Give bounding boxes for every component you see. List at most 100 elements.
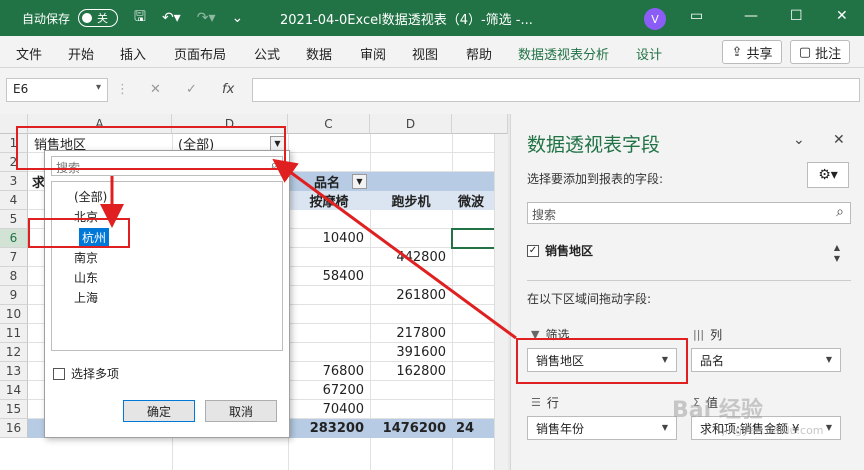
value-cell[interactable]: 442800 [370, 248, 450, 267]
tab-data[interactable]: 数据 [306, 44, 332, 63]
close-icon[interactable]: ✕ [836, 8, 848, 24]
column-area-label: ||| 列 [693, 326, 722, 343]
pane-hint: 选择要添加到报表的字段: [527, 172, 664, 186]
ribbon-display-icon[interactable]: ▭ [690, 8, 703, 24]
row-header-16[interactable]: 16 [0, 419, 28, 438]
column-area-value: 品名 [700, 353, 725, 368]
row-header-5[interactable]: 5 [0, 210, 28, 229]
column-header-d[interactable]: D [370, 114, 452, 134]
pane-search-input[interactable]: 搜索 ⌕ [527, 202, 851, 224]
select-multiple-checkbox[interactable] [53, 367, 65, 380]
columns-icon: ||| [693, 328, 705, 341]
maximize-icon[interactable]: ☐ [790, 8, 803, 24]
pivot-col-header: 按摩椅 [309, 195, 349, 210]
column-area-field[interactable]: 品名 ▼ [691, 348, 841, 372]
column-filter-button[interactable]: ▼ [352, 174, 367, 189]
value-cell[interactable]: 76800 [288, 362, 368, 381]
row-header-3[interactable]: 3 [0, 172, 28, 191]
list-item[interactable]: 南京 [74, 249, 98, 266]
tab-design[interactable]: 设计 [636, 44, 662, 63]
value-cell[interactable]: 67200 [288, 381, 368, 400]
divider [527, 280, 851, 281]
insert-function-icon[interactable]: fx [222, 82, 234, 97]
chevron-down-icon[interactable]: ▼ [826, 355, 832, 364]
column-area-text: 列 [710, 328, 723, 342]
autosave-toggle[interactable]: 关 [78, 9, 119, 27]
tab-page-layout[interactable]: 页面布局 [174, 44, 226, 63]
chevron-down-icon[interactable]: ▼ [826, 423, 832, 432]
list-item[interactable]: (全部) [74, 188, 107, 205]
value-cell[interactable]: 261800 [370, 286, 450, 305]
redo-icon[interactable]: ↷▾ [197, 10, 216, 26]
column-header-e[interactable] [452, 114, 508, 134]
row-area-label: ☰ 行 [531, 394, 559, 411]
chevron-down-icon[interactable]: ▼ [662, 423, 668, 432]
minimize-icon[interactable]: — [744, 8, 758, 24]
row-header-6[interactable]: 6 [0, 229, 28, 248]
pane-options-icon[interactable]: ⌄ [793, 132, 805, 148]
value-cell[interactable]: 217800 [370, 324, 450, 343]
row-header-7[interactable]: 7 [0, 248, 28, 267]
field-list-scroll-icon[interactable]: ▲ ▼ [831, 242, 843, 264]
row-header-11[interactable]: 11 [0, 324, 28, 343]
save-icon[interactable]: 🖫 [134, 6, 146, 30]
ok-button[interactable]: 确定 [123, 400, 195, 422]
pane-close-icon[interactable]: ✕ [833, 132, 845, 148]
popup-item-list[interactable]: (全部) 北京 杭州 南京 山东 上海 [51, 181, 283, 351]
cancel-formula-icon[interactable]: ✕ [150, 82, 161, 97]
tab-file[interactable]: 文件 [16, 44, 42, 63]
total-cell[interactable]: 1476200 [370, 419, 450, 438]
search-icon[interactable]: ⌕ [836, 204, 844, 220]
tab-insert[interactable]: 插入 [120, 44, 146, 63]
value-cell[interactable]: 391600 [370, 343, 450, 362]
row-area-field[interactable]: 销售年份 ▼ [527, 416, 677, 440]
more-options-icon[interactable]: ⋮ [116, 82, 129, 97]
row-header-15[interactable]: 15 [0, 400, 28, 419]
pane-search-placeholder: 搜索 [532, 208, 557, 222]
row-header-10[interactable]: 10 [0, 305, 28, 324]
annotation-box-filter-cells [16, 126, 286, 170]
vertical-scrollbar[interactable] [494, 134, 508, 470]
gear-icon: ⚙▾ [818, 167, 838, 183]
column-header-c[interactable]: C [288, 114, 370, 134]
comment-button[interactable]: ▢ 批注 [790, 40, 850, 64]
chevron-down-icon[interactable]: ▾ [96, 82, 101, 93]
share-label: 共享 [746, 46, 773, 62]
name-box[interactable]: E6 ▾ [6, 78, 108, 102]
resize-grip[interactable] [53, 427, 283, 435]
row-header-13[interactable]: 13 [0, 362, 28, 381]
total-cell[interactable]: 283200 [288, 419, 368, 438]
user-avatar[interactable]: V [644, 8, 666, 30]
list-item[interactable]: 上海 [74, 289, 98, 306]
tab-help[interactable]: 帮助 [466, 44, 492, 63]
value-cell[interactable]: 10400 [288, 229, 368, 248]
value-cell[interactable]: 58400 [288, 267, 368, 286]
value-cell[interactable]: 162800 [370, 362, 450, 381]
row-header-14[interactable]: 14 [0, 381, 28, 400]
tab-review[interactable]: 审阅 [360, 44, 386, 63]
pivot-column-field-label: 品名 [314, 176, 341, 191]
cancel-button[interactable]: 取消 [205, 400, 277, 422]
value-cell[interactable]: 70400 [288, 400, 368, 419]
tab-view[interactable]: 视图 [412, 44, 438, 63]
row-header-9[interactable]: 9 [0, 286, 28, 305]
share-button[interactable]: ⇪ 共享 [722, 40, 782, 64]
select-multiple-option[interactable]: 选择多项 [53, 365, 119, 382]
formula-input[interactable] [252, 78, 860, 102]
field-item[interactable]: ✓ 销售地区 [527, 242, 593, 259]
field-list: ✓ 销售地区 [527, 238, 851, 268]
confirm-formula-icon[interactable]: ✓ [186, 82, 197, 97]
quick-access-dropdown-icon[interactable]: ⌄ [231, 10, 243, 26]
list-item[interactable]: 山东 [74, 269, 98, 286]
field-checkbox-checked[interactable]: ✓ [527, 244, 539, 257]
row-header-8[interactable]: 8 [0, 267, 28, 286]
tools-button[interactable]: ⚙▾ [807, 162, 849, 188]
tab-home[interactable]: 开始 [68, 44, 94, 63]
tab-formulas[interactable]: 公式 [254, 44, 280, 63]
row-header-12[interactable]: 12 [0, 343, 28, 362]
tab-pivot-analyze[interactable]: 数据透视表分析 [518, 44, 609, 63]
row-header-4[interactable]: 4 [0, 191, 28, 210]
autosave-state: 关 [97, 12, 109, 25]
undo-icon[interactable]: ↶▾ [162, 10, 181, 26]
comment-label: 批注 [815, 46, 842, 62]
